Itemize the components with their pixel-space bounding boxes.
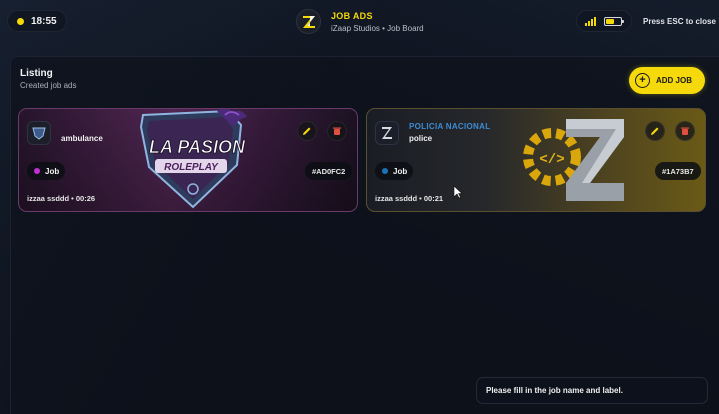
add-job-label: ADD JOB <box>656 76 693 85</box>
edit-button[interactable] <box>297 121 317 141</box>
pencil-icon <box>303 127 311 135</box>
art-text-line1: LA PASION <box>149 137 246 157</box>
plus-icon: + <box>635 73 650 88</box>
status-pill <box>576 10 632 32</box>
color-code-badge: #1A73B7 <box>655 162 701 180</box>
pencil-icon <box>651 127 659 135</box>
job-color-dot <box>382 168 388 174</box>
status-dot-icon <box>17 17 24 25</box>
company-logo <box>375 121 399 145</box>
toast-notification: Please fill in the job name and label. <box>476 377 708 404</box>
delete-button[interactable] <box>675 121 695 141</box>
color-code-badge: #AD0FC2 <box>305 162 353 180</box>
la-pasion-roleplay-logo: LA PASION ROLEPLAY <box>139 109 247 209</box>
delete-button[interactable] <box>327 121 347 141</box>
job-color-dot <box>34 168 40 174</box>
trash-icon <box>333 127 341 135</box>
job-listing-panel: Listing Created job ads + ADD JOB LA PAS… <box>10 56 719 414</box>
job-meta: izzaa ssddd • 00:21 <box>375 194 444 203</box>
company-name: POLICIA NACIONAL <box>409 122 491 131</box>
job-type-label: Job <box>393 166 408 176</box>
top-bar: 18:55 JOB ADS iZaap Studios • Job Board … <box>0 0 719 44</box>
company-logo <box>27 121 51 145</box>
svg-text:</>: </> <box>539 152 564 168</box>
job-card-ambulance[interactable]: LA PASION ROLEPLAY ambulance Job #AD0FC2… <box>18 108 358 212</box>
job-type-badge: Job <box>375 162 413 180</box>
clock-pill: 18:55 <box>7 10 67 32</box>
job-meta: izzaa ssddd • 00:26 <box>27 194 96 203</box>
art-text-line2: ROLEPLAY <box>164 162 219 173</box>
job-card-police[interactable]: </> POLICIA NACIONAL police Job #1A73B7 … <box>366 108 706 212</box>
clock-time: 18:55 <box>31 15 57 27</box>
app-title: JOB ADS <box>331 11 373 21</box>
trash-icon <box>681 127 689 135</box>
add-job-button[interactable]: + ADD JOB <box>629 67 705 94</box>
job-name: ambulance <box>61 134 103 143</box>
edit-button[interactable] <box>645 121 665 141</box>
izaap-z-logo: </> <box>523 119 624 201</box>
job-type-badge: Job <box>27 162 65 180</box>
listing-title: Listing <box>20 68 53 79</box>
battery-icon <box>604 16 624 26</box>
job-name: police <box>409 134 433 143</box>
job-type-label: Job <box>45 166 60 176</box>
esc-hint: Press ESC to close <box>643 17 716 26</box>
mouse-cursor-icon <box>453 185 463 199</box>
izaap-logo-icon <box>296 9 321 34</box>
app-subtitle: iZaap Studios • Job Board <box>331 24 424 33</box>
signal-icon <box>585 16 596 26</box>
listing-subtitle: Created job ads <box>20 81 77 90</box>
battery-level <box>606 18 615 24</box>
